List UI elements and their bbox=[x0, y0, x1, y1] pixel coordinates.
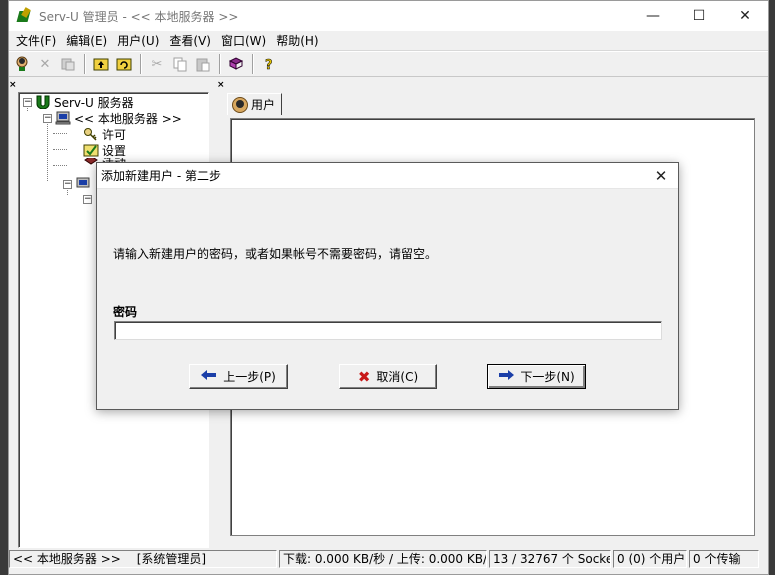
toolbar: ✕ ✂ ? bbox=[9, 51, 768, 77]
tree-node-servu-root[interactable]: − Serv-U 服务器 bbox=[23, 94, 134, 110]
dialog-title-bar[interactable]: 添加新建用户 - 第二步 ✕ bbox=[97, 163, 678, 189]
next-button-label: 下一步(N) bbox=[520, 370, 575, 384]
tree-server-label: << 本地服务器 >> bbox=[74, 111, 182, 126]
tree-node-domain[interactable]: − bbox=[63, 176, 94, 192]
arrow-right-icon bbox=[498, 369, 515, 384]
status-server: << 本地服务器 >> [系统管理员] bbox=[9, 550, 277, 568]
disconnect-icon[interactable]: ✕ bbox=[34, 53, 56, 75]
tree-line bbox=[53, 149, 67, 150]
arrow-left-icon bbox=[201, 369, 217, 384]
tree-node-settings[interactable]: 设置 bbox=[83, 142, 126, 158]
dialog-close-button[interactable]: ✕ bbox=[644, 163, 678, 189]
left-pane-close-icon[interactable]: × bbox=[9, 81, 17, 90]
serv-u-app-icon bbox=[17, 8, 33, 24]
menu-user[interactable]: 用户(U) bbox=[112, 31, 164, 51]
status-users: 0 (0) 个用户 bbox=[613, 550, 687, 568]
right-pane-close-icon[interactable]: × bbox=[217, 81, 225, 90]
tree-node-local-server[interactable]: − << 本地服务器 >> bbox=[43, 110, 182, 126]
tree-line bbox=[53, 165, 67, 166]
serv-u-logo-icon bbox=[35, 95, 51, 109]
status-transfer-rate: 下载: 0.000 KB/秒 / 上传: 0.000 KB/秒 bbox=[279, 550, 487, 568]
help-icon[interactable]: ? bbox=[258, 53, 280, 75]
menu-help[interactable]: 帮助(H) bbox=[271, 31, 323, 51]
toolbar-separator bbox=[140, 54, 142, 74]
domain-icon bbox=[75, 177, 91, 191]
tree-node-users[interactable]: − bbox=[83, 191, 95, 207]
refresh-icon[interactable] bbox=[113, 53, 135, 75]
status-sockets: 13 / 32767 个 Socket bbox=[489, 550, 611, 568]
tab-users-label: 用户 bbox=[251, 98, 276, 112]
window-title: Serv-U 管理员 - << 本地服务器 >> bbox=[39, 9, 239, 24]
cancel-x-icon: ✖ bbox=[357, 367, 371, 386]
next-button[interactable]: 下一步(N) bbox=[487, 364, 586, 389]
paste-icon[interactable] bbox=[192, 53, 214, 75]
tree-node-license[interactable]: 许可 bbox=[83, 126, 126, 142]
back-button[interactable]: 上一步(P) bbox=[189, 364, 288, 389]
minimize-button[interactable]: — bbox=[630, 1, 676, 31]
menu-bar: 文件(F) 编辑(E) 用户(U) 查看(V) 窗口(W) 帮助(H) bbox=[9, 31, 768, 51]
settings-check-icon bbox=[83, 143, 99, 157]
book-icon[interactable] bbox=[225, 53, 247, 75]
tree-settings-label: 设置 bbox=[102, 143, 127, 158]
dialog-instruction: 请输入新建用户的密码，或者如果帐号不需要密码，请留空。 bbox=[113, 247, 438, 261]
key-icon bbox=[83, 127, 99, 141]
close-button[interactable]: ✕ bbox=[722, 1, 768, 31]
cancel-button-label: 取消(C) bbox=[376, 370, 419, 384]
cancel-button[interactable]: ✖ 取消(C) bbox=[339, 364, 437, 389]
back-button-label: 上一步(P) bbox=[223, 370, 276, 384]
toolbar-separator bbox=[252, 54, 254, 74]
tree-root-label: Serv-U 服务器 bbox=[54, 95, 134, 110]
connect-icon[interactable] bbox=[11, 53, 33, 75]
menu-view[interactable]: 查看(V) bbox=[164, 31, 216, 51]
computer-icon bbox=[55, 111, 71, 125]
copy-icon[interactable] bbox=[169, 53, 191, 75]
up-folder-icon[interactable] bbox=[90, 53, 112, 75]
user-icon bbox=[232, 96, 248, 113]
status-server-text: << 本地服务器 >> bbox=[13, 552, 121, 566]
dialog-title: 添加新建用户 - 第二步 bbox=[101, 169, 221, 183]
menu-window[interactable]: 窗口(W) bbox=[216, 31, 271, 51]
tree-collapse-icon[interactable]: − bbox=[83, 194, 92, 204]
password-label: 密码 bbox=[113, 305, 138, 319]
tree-collapse-icon[interactable]: − bbox=[23, 97, 32, 107]
status-bar: << 本地服务器 >> [系统管理员] 下载: 0.000 KB/秒 / 上传:… bbox=[9, 549, 768, 569]
add-user-step2-dialog: 添加新建用户 - 第二步 ✕ 请输入新建用户的密码，或者如果帐号不需要密码，请留… bbox=[96, 162, 679, 410]
window-controls: — ☐ ✕ bbox=[630, 1, 768, 31]
tree-line bbox=[53, 133, 67, 134]
svg-text:?: ? bbox=[265, 58, 273, 72]
tree-line bbox=[47, 117, 48, 181]
tree-collapse-icon[interactable]: − bbox=[63, 179, 72, 189]
password-input[interactable] bbox=[114, 321, 662, 340]
menu-file[interactable]: 文件(F) bbox=[11, 31, 61, 51]
server-list-icon[interactable] bbox=[57, 53, 79, 75]
maximize-button[interactable]: ☐ bbox=[676, 1, 722, 31]
tree-license-label: 许可 bbox=[102, 127, 127, 142]
cut-icon[interactable]: ✂ bbox=[146, 53, 168, 75]
status-role-text: [系统管理员] bbox=[136, 552, 207, 566]
toolbar-separator bbox=[219, 54, 221, 74]
title-bar[interactable]: Serv-U 管理员 - << 本地服务器 >> — ☐ ✕ bbox=[9, 1, 768, 31]
toolbar-separator bbox=[84, 54, 86, 74]
status-transfers: 0 个传输 bbox=[689, 550, 759, 568]
menu-edit[interactable]: 编辑(E) bbox=[61, 31, 112, 51]
tree-collapse-icon[interactable]: − bbox=[43, 113, 52, 123]
tab-users[interactable]: 用户 bbox=[227, 93, 283, 115]
